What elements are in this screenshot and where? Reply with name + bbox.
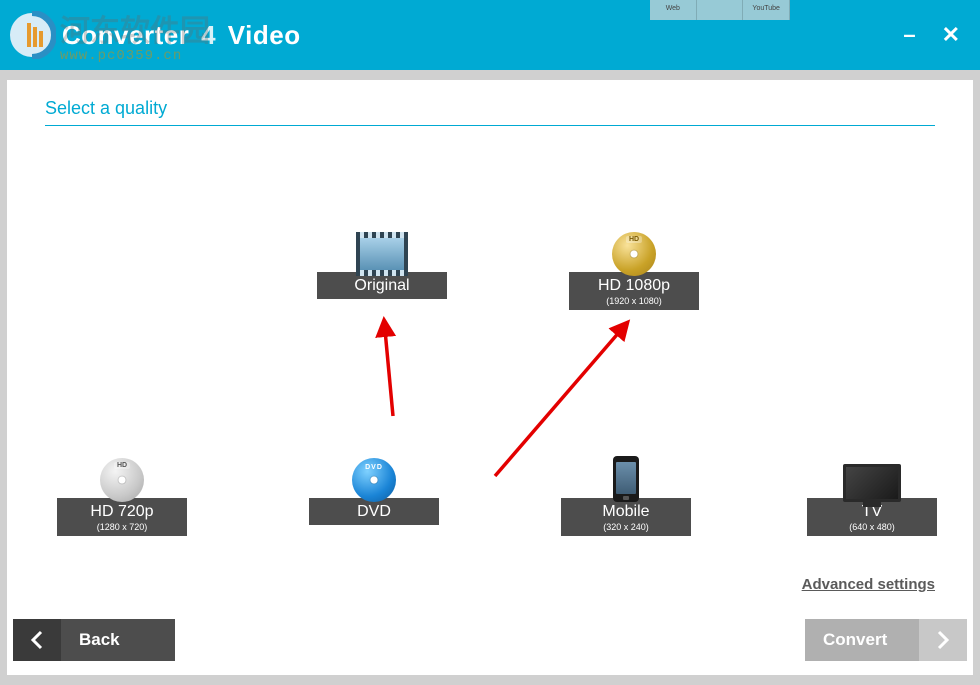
window-controls: – ✕	[903, 22, 960, 48]
quality-grid: Original HD HD 1080p (1920 x 1080) HD HD…	[45, 136, 935, 596]
titlebar: Web YouTube Converter 4 Video 河东软件园 www.…	[0, 0, 980, 70]
footer-buttons: Back Convert	[7, 619, 973, 661]
quality-option-hd720[interactable]: HD HD 720p (1280 x 720)	[57, 454, 187, 536]
back-button[interactable]: Back	[13, 619, 175, 661]
quality-option-tv[interactable]: TV (640 x 480)	[807, 454, 937, 536]
quality-label: Mobile (320 x 240)	[561, 498, 691, 536]
gold-disc-icon: HD	[569, 228, 699, 276]
convert-button[interactable]: Convert	[805, 619, 967, 661]
page-title: Select a quality	[45, 98, 935, 126]
advanced-settings-link[interactable]: Advanced settings	[802, 576, 935, 593]
top-strip-tabs: Web YouTube	[650, 0, 790, 20]
quality-option-mobile[interactable]: Mobile (320 x 240)	[561, 454, 691, 536]
tab-youtube: YouTube	[743, 0, 790, 20]
annotation-arrow-1	[345, 316, 435, 426]
phone-icon	[561, 454, 691, 502]
watermark-url: www.pc0359.cn	[60, 48, 182, 64]
main-panel: Select a quality Original HD HD 1080p (1…	[7, 80, 973, 675]
filmstrip-icon	[317, 228, 447, 276]
tab-blank	[697, 0, 744, 20]
close-button[interactable]: ✕	[942, 22, 960, 48]
minimize-button[interactable]: –	[903, 22, 915, 48]
tab-web: Web	[650, 0, 697, 20]
quality-label: DVD	[309, 498, 439, 525]
tv-icon	[807, 454, 937, 502]
quality-label: HD 1080p (1920 x 1080)	[569, 272, 699, 310]
chevron-right-icon	[919, 619, 967, 661]
app-logo-icon	[8, 11, 56, 59]
quality-option-hd1080[interactable]: HD HD 1080p (1920 x 1080)	[569, 228, 699, 310]
convert-label: Convert	[805, 630, 919, 650]
watermark-cn: 河东软件园	[60, 6, 210, 50]
silver-disc-icon: HD	[57, 454, 187, 502]
quality-option-dvd[interactable]: DVD DVD	[309, 454, 439, 525]
title-right: Video	[228, 20, 301, 50]
quality-label: Original	[317, 272, 447, 299]
dvd-disc-icon: DVD	[309, 454, 439, 502]
quality-option-original[interactable]: Original	[317, 228, 447, 299]
back-label: Back	[61, 630, 120, 650]
chevron-left-icon	[13, 619, 61, 661]
quality-label: HD 720p (1280 x 720)	[57, 498, 187, 536]
